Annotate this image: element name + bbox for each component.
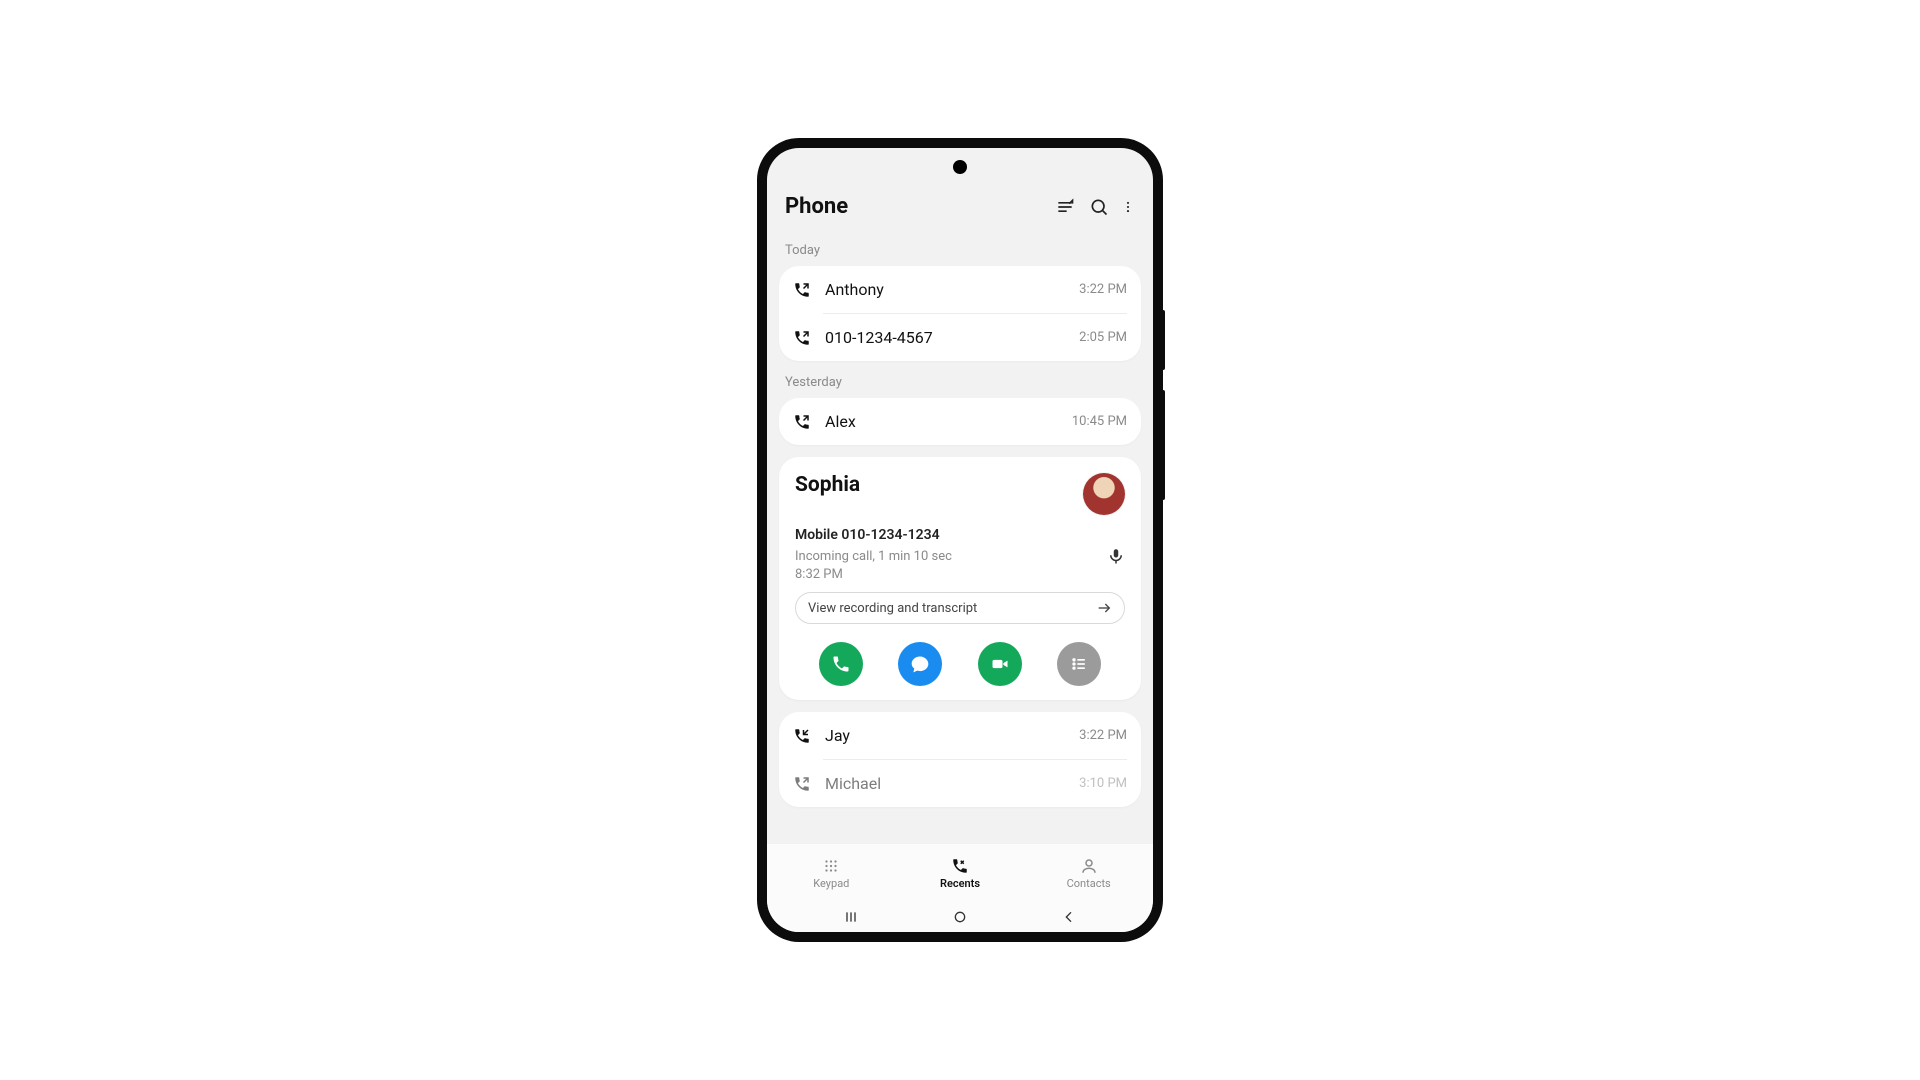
home-button[interactable] bbox=[951, 908, 969, 926]
call-row[interactable]: Alex 10:45 PM bbox=[779, 398, 1141, 445]
camera-punch-hole bbox=[953, 160, 967, 174]
search-icon[interactable] bbox=[1087, 195, 1111, 219]
call-name: Jay bbox=[825, 726, 1065, 745]
arrow-right-icon bbox=[1096, 600, 1112, 616]
call-name: Anthony bbox=[825, 280, 1065, 299]
filter-icon[interactable] bbox=[1053, 195, 1077, 219]
call-time: 8:32 PM bbox=[795, 567, 1125, 582]
recording-icon bbox=[1107, 547, 1125, 565]
nav-contacts[interactable]: Contacts bbox=[1024, 844, 1153, 902]
section-label-yesterday: Yesterday bbox=[779, 361, 1141, 398]
yesterday-group: Alex 10:45 PM bbox=[779, 398, 1141, 445]
video-call-button[interactable] bbox=[978, 642, 1022, 686]
call-meta: Incoming call, 1 min 10 sec bbox=[795, 549, 952, 564]
below-group: Jay 3:22 PM Michael 3:10 PM bbox=[779, 712, 1141, 807]
recent-apps-button[interactable] bbox=[842, 908, 860, 926]
view-recording-label: View recording and transcript bbox=[808, 601, 977, 616]
call-time: 3:22 PM bbox=[1079, 282, 1127, 297]
phone-side-button bbox=[1161, 310, 1165, 370]
today-group: Anthony 3:22 PM 010-1234-4567 2:05 PM bbox=[779, 266, 1141, 361]
page-title: Phone bbox=[785, 194, 1043, 219]
message-button[interactable] bbox=[898, 642, 942, 686]
call-row[interactable]: Anthony 3:22 PM bbox=[779, 266, 1141, 313]
call-name: 010-1234-4567 bbox=[825, 328, 1065, 347]
bottom-nav: Keypad Recents Contacts bbox=[767, 843, 1153, 902]
back-button[interactable] bbox=[1060, 908, 1078, 926]
recents-icon bbox=[949, 857, 971, 875]
call-time: 3:22 PM bbox=[1079, 728, 1127, 743]
nav-label: Recents bbox=[940, 877, 980, 890]
call-time: 2:05 PM bbox=[1079, 330, 1127, 345]
call-log: Today Anthony 3:22 PM bbox=[767, 229, 1153, 843]
contacts-icon bbox=[1078, 857, 1100, 875]
system-nav-bar bbox=[767, 902, 1153, 932]
nav-keypad[interactable]: Keypad bbox=[767, 844, 896, 902]
details-button[interactable] bbox=[1057, 642, 1101, 686]
call-time: 10:45 PM bbox=[1072, 414, 1127, 429]
view-recording-button[interactable]: View recording and transcript bbox=[795, 592, 1125, 624]
nav-recents[interactable]: Recents bbox=[896, 844, 1025, 902]
phone-side-button bbox=[1161, 390, 1165, 500]
call-name: Alex bbox=[825, 412, 1058, 431]
call-time: 3:10 PM bbox=[1079, 776, 1127, 791]
phone-screen: Phone bbox=[767, 148, 1153, 932]
call-name: Michael bbox=[825, 774, 1065, 793]
section-label-today: Today bbox=[779, 229, 1141, 266]
call-row[interactable]: Michael 3:10 PM bbox=[779, 760, 1141, 807]
phone-frame: Phone bbox=[759, 140, 1161, 940]
incoming-call-icon bbox=[793, 727, 811, 745]
outgoing-call-icon bbox=[793, 329, 811, 347]
call-button[interactable] bbox=[819, 642, 863, 686]
call-row[interactable]: Jay 3:22 PM bbox=[779, 712, 1141, 759]
keypad-icon bbox=[820, 857, 842, 875]
nav-label: Contacts bbox=[1067, 877, 1111, 890]
outgoing-call-icon bbox=[793, 281, 811, 299]
call-detail-card: Sophia Mobile 010-1234-1234 Incoming cal… bbox=[779, 457, 1141, 700]
outgoing-call-icon bbox=[793, 775, 811, 793]
quick-actions bbox=[795, 642, 1125, 686]
outgoing-call-icon bbox=[793, 413, 811, 431]
contact-number: Mobile 010-1234-1234 bbox=[795, 527, 1125, 543]
contact-name: Sophia bbox=[795, 473, 860, 497]
stage: Phone bbox=[0, 0, 1920, 1080]
nav-label: Keypad bbox=[813, 877, 849, 890]
avatar[interactable] bbox=[1083, 473, 1125, 515]
call-row[interactable]: 010-1234-4567 2:05 PM bbox=[779, 314, 1141, 361]
more-icon[interactable] bbox=[1121, 195, 1135, 219]
